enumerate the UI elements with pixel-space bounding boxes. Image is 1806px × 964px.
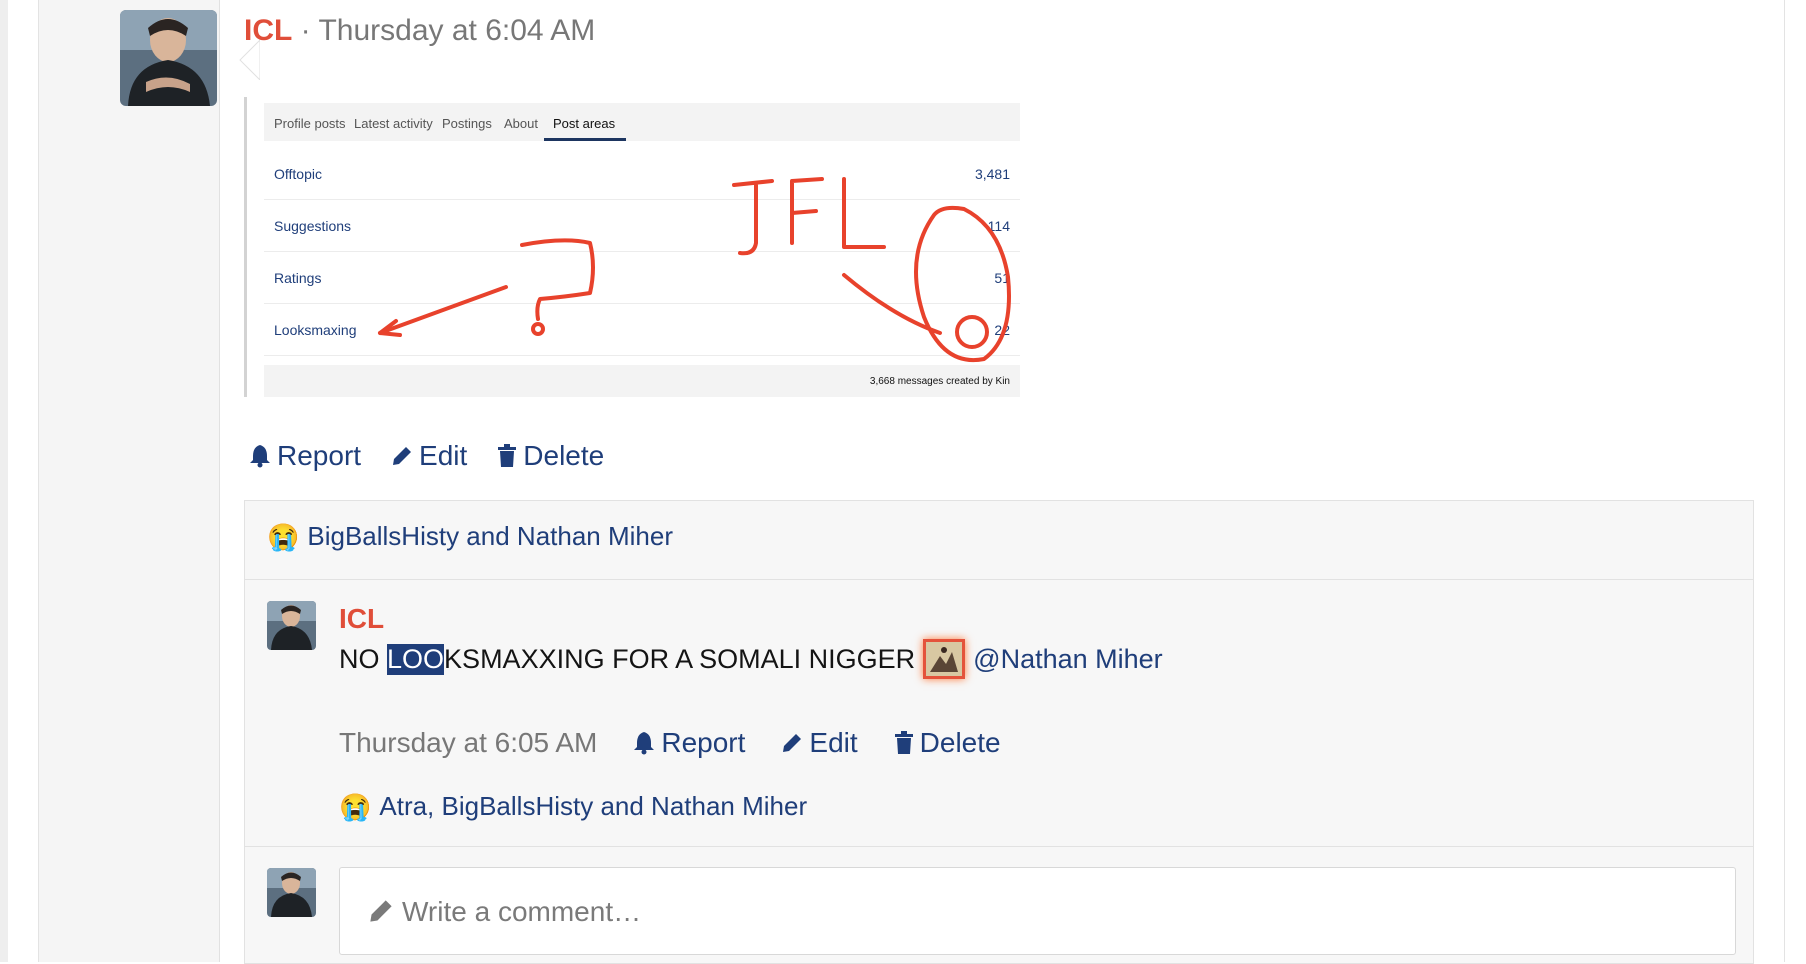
post-reactions[interactable]: 😭 BigBallsHisty and Nathan Miher [267, 521, 673, 552]
comment-edit-label: Edit [809, 727, 858, 758]
post-area-row: Offtopic 3,481 [264, 147, 1020, 200]
attachment-quote-bar [244, 97, 247, 397]
messages-summary-text: 3,668 messages created by Kin [869, 376, 1010, 387]
page-gutter [0, 0, 8, 962]
post-area-label: Offtopic [274, 166, 322, 182]
comment-author-link[interactable]: ICL [339, 603, 384, 635]
pencil-icon [370, 900, 392, 922]
comment-delete-label: Delete [919, 727, 1001, 758]
post-header-separator: · [292, 14, 319, 47]
tab-profile-posts: Profile posts [274, 116, 346, 131]
author-avatar[interactable] [120, 10, 217, 106]
delete-label: Delete [523, 440, 605, 471]
attached-screenshot[interactable]: Profile posts Latest activity Postings A… [244, 97, 1020, 397]
post-area-row: Ratings 51 [264, 251, 1020, 304]
current-user-avatar [267, 868, 316, 917]
profile-tabs: Profile posts Latest activity Postings A… [264, 103, 1020, 141]
comment-text-selection: LOO [387, 643, 445, 675]
frame-border-right [1784, 0, 1785, 962]
post-area-label: Ratings [274, 270, 322, 286]
pencil-icon [393, 447, 412, 465]
edit-label: Edit [419, 440, 468, 471]
delete-button[interactable]: Delete [497, 438, 604, 474]
bell-icon [634, 732, 655, 755]
post-user-column [39, 0, 260, 962]
comment-report-label: Report [661, 727, 746, 758]
reaction-users[interactable]: BigBallsHisty and Nathan Miher [307, 521, 673, 552]
report-label: Report [277, 440, 362, 471]
user-mention-link[interactable]: @Nathan Miher [973, 644, 1163, 675]
comment-delete-button[interactable]: Delete [894, 727, 1001, 759]
post-area-count: 51 [994, 270, 1010, 286]
comment-reactions[interactable]: 😭 Atra, BigBallsHisty and Nathan Miher [339, 791, 807, 822]
inline-image[interactable] [923, 639, 966, 679]
write-comment-placeholder: Write a comment… [402, 896, 642, 927]
crying-laughing-emoji-icon: 😭 [339, 791, 372, 822]
post-area-count: 114 [987, 218, 1010, 234]
post-area-label: Suggestions [274, 218, 352, 234]
comment-meta: Thursday at 6:05 AM Report Edit Delete [339, 727, 1001, 759]
trash-icon [498, 444, 517, 467]
post-area-row: Looksmaxing 22 [264, 303, 1020, 356]
divider [245, 579, 1753, 580]
comment-report-button[interactable]: Report [633, 727, 745, 759]
comment-edit-button[interactable]: Edit [781, 727, 858, 759]
tab-postings: Postings [442, 116, 492, 131]
active-tab-underline [544, 138, 626, 141]
comments-section: 😭 BigBallsHisty and Nathan Miher ICL NO … [244, 500, 1754, 964]
comment-text-start: NO [339, 643, 388, 674]
post-header: ICL · Thursday at 6:04 AM [244, 14, 595, 48]
comment-text-end: KSMAXXING FOR A SOMALI NIGGER [444, 643, 916, 674]
post-timestamp[interactable]: Thursday at 6:04 AM [318, 14, 595, 47]
post-author-link[interactable]: ICL [244, 14, 292, 47]
post-actions: Report Edit Delete [249, 438, 604, 474]
post-area-count: 22 [994, 322, 1010, 338]
write-comment-input[interactable]: Write a comment… [339, 867, 1736, 955]
edit-button[interactable]: Edit [391, 438, 467, 474]
post-area-count: 3,481 [974, 166, 1010, 182]
divider [245, 846, 1753, 847]
post-area-row: Suggestions 114 [264, 199, 1020, 252]
post-area-label: Looksmaxing [274, 322, 357, 338]
comment-author-avatar[interactable] [267, 601, 316, 650]
comment-timestamp[interactable]: Thursday at 6:05 AM [339, 727, 597, 759]
crying-laughing-emoji-icon: 😭 [267, 521, 300, 552]
pencil-icon [783, 734, 802, 752]
bell-icon [250, 445, 270, 468]
comment-body: NO LOO KSMAXXING FOR A SOMALI NIGGER @Nat… [339, 639, 1163, 679]
tab-post-areas: Post areas [553, 116, 616, 131]
messages-summary: 3,668 messages created by Kin [264, 365, 1020, 397]
tab-latest-activity: Latest activity [354, 116, 433, 131]
report-button[interactable]: Report [249, 438, 361, 474]
tab-about: About [504, 116, 538, 131]
trash-icon [894, 731, 913, 754]
comment-reaction-users[interactable]: Atra, BigBallsHisty and Nathan Miher [379, 791, 807, 822]
